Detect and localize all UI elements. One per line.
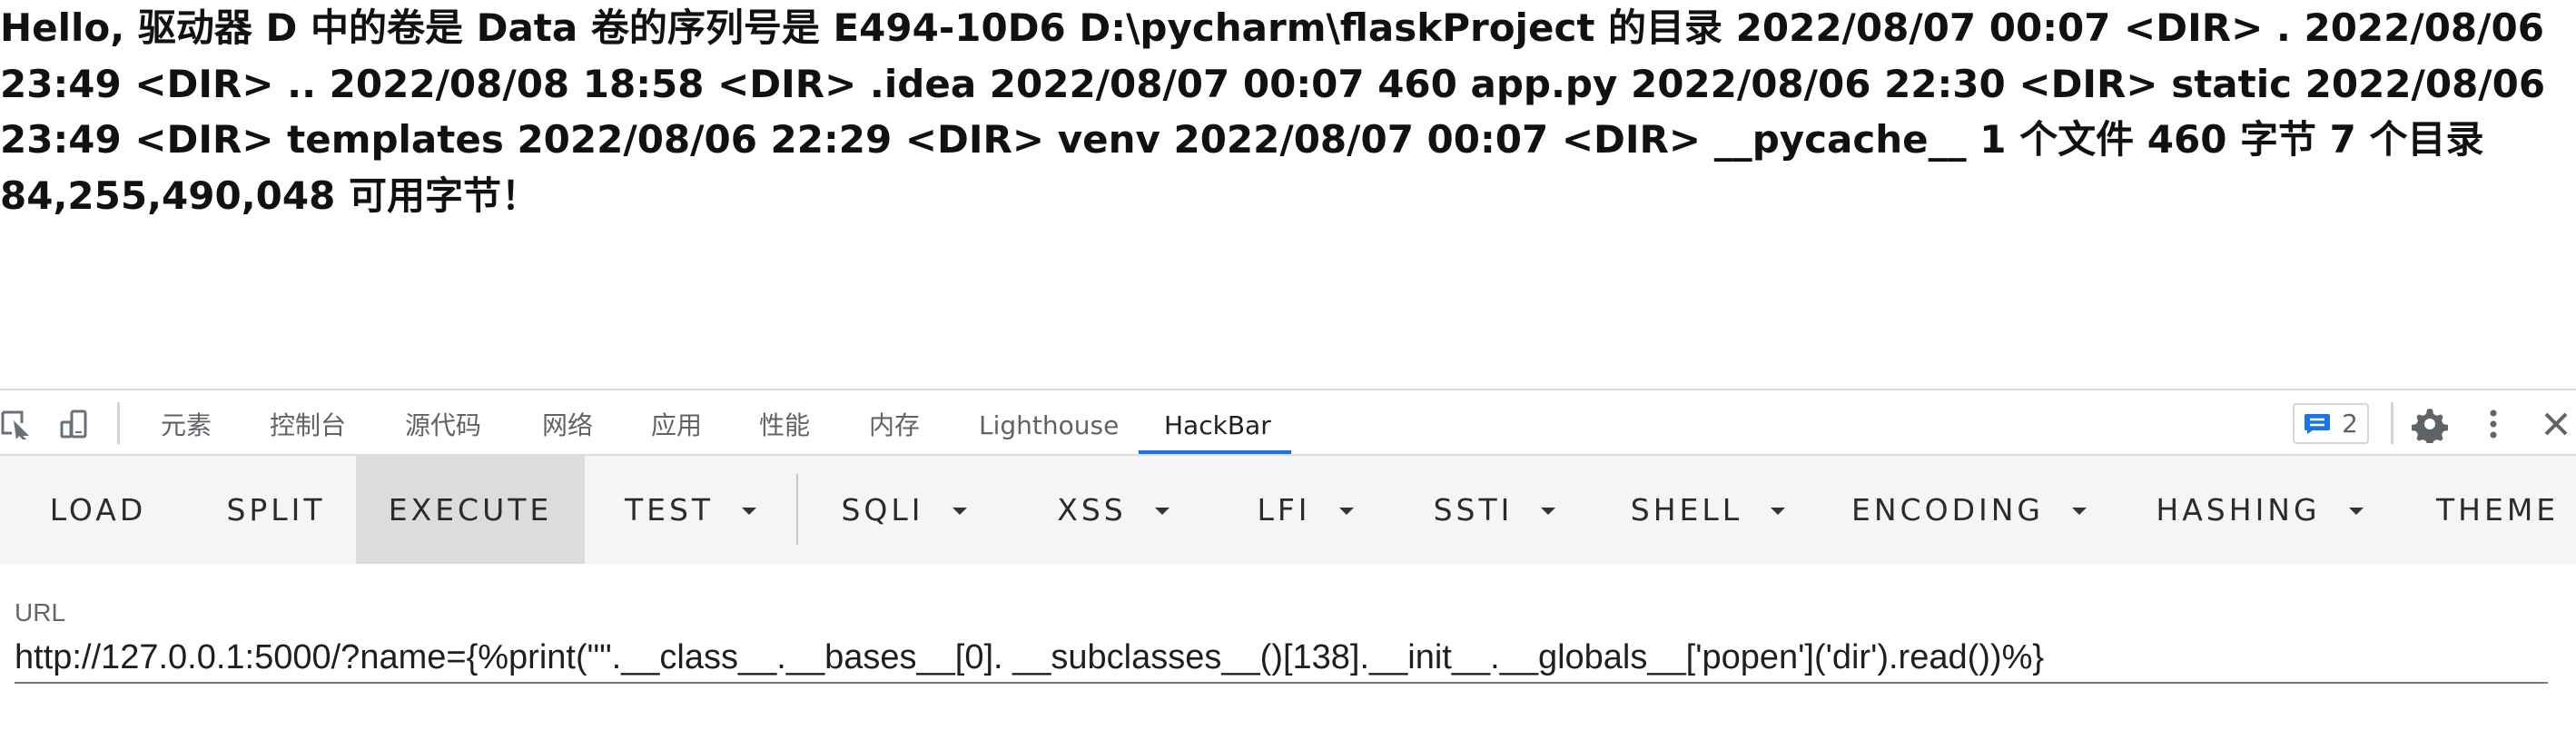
ssti-dropdown-button[interactable]: SSTI xyxy=(1394,456,1595,564)
encoding-dropdown-button[interactable]: ENCODING xyxy=(1821,456,2117,564)
xss-dropdown-button[interactable]: XSS xyxy=(1010,456,1217,564)
devtools-tab-bar: 元素 控制台 源代码 网络 应用 性能 内存 Lighthouse HackBa… xyxy=(0,390,2576,456)
active-tab-indicator xyxy=(1139,450,1291,454)
chevron-down-icon xyxy=(2071,507,2087,515)
theme-button[interactable]: THEME xyxy=(2402,456,2576,564)
shell-dropdown-button[interactable]: SHELL xyxy=(1595,456,1821,564)
device-toolbar-icon[interactable] xyxy=(57,409,90,439)
command-output-text: Hello, 驱动器 D 中的卷是 Data 卷的序列号是 E494-10D6 … xyxy=(0,5,2546,218)
inspect-element-icon[interactable] xyxy=(0,409,33,439)
chevron-down-icon xyxy=(2348,507,2364,515)
chevron-down-icon xyxy=(952,507,967,515)
url-label: URL xyxy=(15,598,66,626)
chevron-down-icon xyxy=(1338,507,1354,515)
chevron-down-icon xyxy=(1771,507,1786,515)
chevron-down-icon xyxy=(1541,507,1556,515)
tab-application[interactable]: 应用 xyxy=(651,407,702,445)
tab-hackbar[interactable]: HackBar xyxy=(1164,407,1271,445)
test-dropdown-button[interactable]: TEST xyxy=(585,456,796,564)
execute-button[interactable]: EXECUTE xyxy=(356,456,585,564)
tab-network[interactable]: 网络 xyxy=(542,407,593,445)
toolbar-divider xyxy=(117,402,120,444)
more-vertical-icon[interactable] xyxy=(2473,406,2513,442)
toolbar-divider-right xyxy=(2391,402,2393,444)
issues-message-icon xyxy=(2305,414,2331,434)
chevron-down-icon xyxy=(742,507,757,515)
hackbar-toolbar: LOAD SPLIT EXECUTE TEST SQLI XSS LFI SST… xyxy=(0,456,2576,564)
tab-console[interactable]: 控制台 xyxy=(270,407,346,445)
lfi-dropdown-button[interactable]: LFI xyxy=(1217,456,1394,564)
tab-sources[interactable]: 源代码 xyxy=(405,407,481,445)
chevron-down-icon xyxy=(1154,507,1170,515)
tab-elements[interactable]: 元素 xyxy=(161,407,212,445)
issues-count: 2 xyxy=(2342,409,2358,439)
browser-page: Hello, 驱动器 D 中的卷是 Data 卷的序列号是 E494-10D6 … xyxy=(0,0,2576,730)
gear-icon[interactable] xyxy=(2410,406,2450,443)
tab-performance[interactable]: 性能 xyxy=(759,407,810,445)
sqli-dropdown-button[interactable]: SQLI xyxy=(798,456,1010,564)
load-button[interactable]: LOAD xyxy=(0,456,196,564)
issues-badge[interactable]: 2 xyxy=(2293,403,2369,444)
split-button[interactable]: SPLIT xyxy=(196,456,356,564)
tab-memory[interactable]: 内存 xyxy=(869,407,920,445)
url-section: URL http://127.0.0.1:5000/?name={%print(… xyxy=(0,564,2576,730)
devtools-panel: 元素 控制台 源代码 网络 应用 性能 内存 Lighthouse HackBa… xyxy=(0,389,2576,730)
close-icon[interactable] xyxy=(2536,406,2576,442)
hashing-dropdown-button[interactable]: HASHING xyxy=(2117,456,2402,564)
url-input[interactable]: http://127.0.0.1:5000/?name={%print(""._… xyxy=(15,631,2548,684)
tab-lighthouse[interactable]: Lighthouse xyxy=(979,407,1119,445)
